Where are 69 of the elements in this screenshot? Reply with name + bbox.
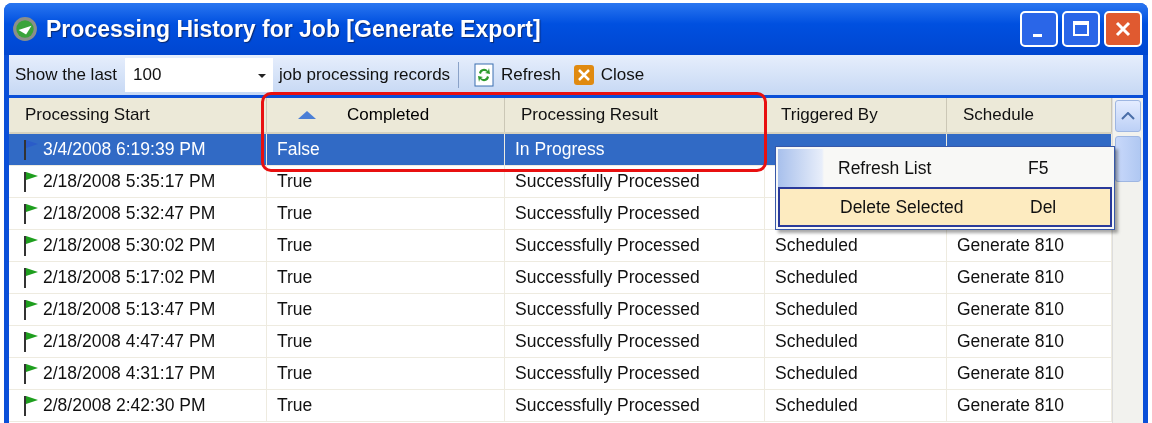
caret-icon xyxy=(257,73,268,79)
table-cell: Scheduled xyxy=(775,267,858,288)
table-cell: True xyxy=(277,395,313,416)
scroll-thumb[interactable] xyxy=(1115,136,1141,182)
table-cell: Successfully Processed xyxy=(515,203,700,224)
table-cell: 2/18/2008 5:17:02 PM xyxy=(43,267,216,288)
close-toolbar-button[interactable]: Close xyxy=(566,63,651,87)
window-title: Processing History for Job [Generate Export] xyxy=(46,15,541,43)
table-cell: 2/18/2008 4:47:47 PM xyxy=(43,331,216,352)
table-cell: Scheduled xyxy=(775,331,858,352)
column-header[interactable]: Processing Start xyxy=(9,98,267,132)
table-cell: True xyxy=(277,203,313,224)
table-row[interactable]: 2/18/2008 4:47:47 PM True Successfully Processed Scheduled Generate 810 xyxy=(9,326,1112,358)
table-cell: False xyxy=(277,139,320,160)
refresh-icon xyxy=(473,63,496,87)
close-button[interactable] xyxy=(1104,11,1142,47)
table-cell: Scheduled xyxy=(775,363,858,384)
table-cell: Scheduled xyxy=(775,299,858,320)
table-cell: Successfully Processed xyxy=(515,331,700,352)
table-cell: Generate 810 xyxy=(957,267,1065,288)
table-cell: True xyxy=(277,235,313,256)
close-icon xyxy=(572,63,595,87)
table-cell: Successfully Processed xyxy=(515,267,700,288)
close-icon xyxy=(1113,19,1133,39)
minimize-button[interactable] xyxy=(1020,11,1058,47)
table-row[interactable]: 2/8/2008 2:42:30 PM True Successfully Processed Scheduled Generate 810 xyxy=(9,390,1112,422)
table-cell: 2/18/2008 5:35:17 PM xyxy=(43,171,216,192)
show-label: Show the last xyxy=(15,65,118,85)
table-row[interactable]: 2/18/2008 5:17:02 PM True Successfully Processed Scheduled Generate 810 xyxy=(9,262,1112,294)
table-cell: 2/18/2008 5:13:47 PM xyxy=(43,299,216,320)
column-header[interactable]: Completed xyxy=(267,98,505,132)
table-cell: Successfully Processed xyxy=(515,363,700,384)
table-cell: 2/18/2008 5:30:02 PM xyxy=(43,235,216,256)
column-header[interactable]: Processing Result xyxy=(505,98,765,132)
refresh-button[interactable]: Refresh xyxy=(467,63,567,87)
column-header[interactable]: Triggered By xyxy=(765,98,947,132)
table-cell: 2/18/2008 5:32:47 PM xyxy=(43,203,216,224)
table-cell: 3/4/2008 6:19:39 PM xyxy=(43,139,206,160)
record-count-dropdown[interactable]: 100 xyxy=(125,58,274,92)
table-cell: True xyxy=(277,363,313,384)
table-cell: True xyxy=(277,331,313,352)
app-icon xyxy=(12,16,38,42)
scroll-up-icon xyxy=(1121,112,1135,120)
table-cell: Successfully Processed xyxy=(515,171,700,192)
table-cell: Generate 810 xyxy=(957,299,1065,320)
scroll-up-button[interactable] xyxy=(1115,100,1141,132)
table-cell: True xyxy=(277,299,313,320)
table-cell: True xyxy=(277,267,313,288)
table-cell: In Progress xyxy=(515,139,605,160)
menu-item[interactable]: Delete Selected Del xyxy=(778,187,1112,227)
table-cell: True xyxy=(277,171,313,192)
table-cell: Generate 810 xyxy=(957,331,1065,352)
table-row[interactable]: 2/18/2008 4:31:17 PM True Successfully Processed Scheduled Generate 810 xyxy=(9,358,1112,390)
scrollbar[interactable] xyxy=(1112,98,1143,423)
table-cell: Successfully Processed xyxy=(515,395,700,416)
table-cell: Scheduled xyxy=(775,235,858,256)
table-cell: Generate 810 xyxy=(957,363,1065,384)
table-cell: Scheduled xyxy=(775,395,858,416)
table-cell: Successfully Processed xyxy=(515,235,700,256)
maximize-icon xyxy=(1071,19,1091,39)
records-label: job processing records xyxy=(279,65,451,85)
table-cell: Generate 810 xyxy=(957,235,1065,256)
minimize-icon xyxy=(1032,33,1042,37)
table-cell: Generate 810 xyxy=(957,395,1065,416)
table-cell: 2/18/2008 4:31:17 PM xyxy=(43,363,216,384)
maximize-button[interactable] xyxy=(1062,11,1100,47)
table-cell: 2/8/2008 2:42:30 PM xyxy=(43,395,206,416)
table-cell: Successfully Processed xyxy=(515,299,700,320)
table-row[interactable]: 2/18/2008 5:13:47 PM True Successfully Processed Scheduled Generate 810 xyxy=(9,294,1112,326)
